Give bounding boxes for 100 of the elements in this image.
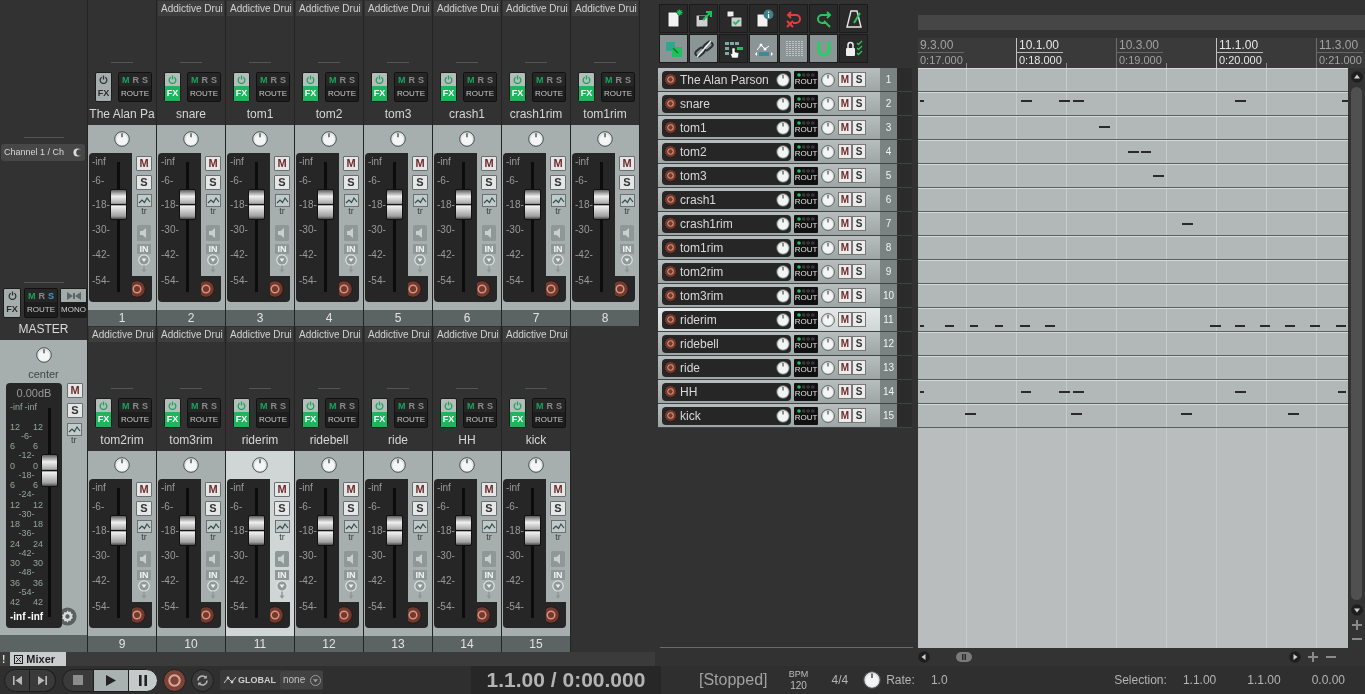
pan-knob[interactable] <box>821 120 835 135</box>
pan-knob[interactable] <box>821 408 835 423</box>
pan-knob[interactable] <box>821 144 835 159</box>
midi-item[interactable] <box>918 164 1348 188</box>
rate-value[interactable]: 1.0 <box>930 673 948 687</box>
pan-knob[interactable] <box>252 131 268 147</box>
mute-button[interactable]: M <box>343 156 359 171</box>
pan-knob[interactable] <box>114 457 130 473</box>
pan-knob[interactable] <box>821 96 835 111</box>
fader-handle[interactable] <box>179 189 196 220</box>
io-button[interactable]: ROUT <box>794 334 818 353</box>
route-button[interactable]: M R S ROUTE <box>118 398 152 428</box>
io-button[interactable]: ROUT <box>794 190 818 209</box>
skip-forward-button[interactable] <box>30 668 56 692</box>
mute-button[interactable]: M <box>136 482 152 497</box>
track-name-field[interactable]: snare <box>662 94 791 113</box>
selection-value[interactable]: 1.1.00 <box>1247 673 1281 687</box>
io-button[interactable]: ROUT <box>794 118 818 137</box>
mute-button[interactable]: M <box>550 482 566 497</box>
pan-knob[interactable] <box>821 72 835 87</box>
route-button[interactable]: M R S ROUTE <box>325 398 359 428</box>
channel-strip-panel[interactable]: -inf -6- -18- -30- -42- -54- M S tr IN <box>295 451 363 636</box>
record-arm-button[interactable] <box>664 385 677 398</box>
volume-knob[interactable] <box>776 288 790 303</box>
solo-button[interactable]: S <box>852 312 866 327</box>
io-button[interactable]: ROUT <box>794 94 818 113</box>
route-button[interactable]: M R S ROUTE <box>601 72 635 102</box>
solo-button[interactable]: S <box>343 501 359 516</box>
skip-back-button[interactable] <box>4 668 30 692</box>
toolbar-button[interactable] <box>659 34 688 63</box>
mute-button[interactable]: M <box>838 264 852 279</box>
pan-knob[interactable] <box>390 131 406 147</box>
route-button[interactable]: M R S ROUTE <box>187 72 221 102</box>
envelope-icon[interactable] <box>481 520 497 533</box>
mute-button[interactable]: M <box>136 156 152 171</box>
track-name-field[interactable]: HH <box>662 382 791 401</box>
pan-knob[interactable] <box>183 131 199 147</box>
track-header[interactable]: tom1rim ROUT M S 8 <box>658 236 912 260</box>
mute-button[interactable]: M <box>838 240 852 255</box>
solo-button[interactable]: S <box>852 408 866 423</box>
record-arm-button[interactable] <box>664 121 677 134</box>
track-name-field[interactable]: riderim <box>662 310 791 329</box>
track-header[interactable]: tom2 ROUT M S 4 <box>658 140 912 164</box>
track-name-field[interactable]: tom3 <box>662 166 791 185</box>
global-automation-button[interactable]: GLOBAL <box>223 675 276 685</box>
mono-button[interactable]: MONO <box>60 288 87 318</box>
tempo-value[interactable]: 120 <box>790 679 807 692</box>
track-header[interactable]: ride ROUT M S 13 <box>658 356 912 380</box>
pan-knob[interactable] <box>821 360 835 375</box>
fader-handle[interactable] <box>386 189 403 220</box>
envelope-icon[interactable] <box>343 194 359 207</box>
envelope-icon[interactable] <box>550 194 566 207</box>
fx-slot[interactable]: Addictive Drui <box>227 327 293 342</box>
track-name-field[interactable]: tom1 <box>662 118 791 137</box>
route-button[interactable]: M R S ROUTE <box>394 72 428 102</box>
toolbar-button[interactable] <box>839 4 868 33</box>
track-name-field[interactable]: tom2rim <box>662 262 791 281</box>
fx-slot[interactable]: Addictive Drui <box>434 1 500 16</box>
channel-strip-panel[interactable]: -inf -6- -18- -30- -42- -54- M S tr IN <box>157 125 225 310</box>
fader-handle[interactable] <box>41 454 58 487</box>
envelope-icon[interactable] <box>136 520 152 533</box>
mute-button[interactable]: M <box>619 156 635 171</box>
mute-button[interactable]: M <box>205 482 221 497</box>
pause-button[interactable] <box>128 668 158 692</box>
io-button[interactable]: ROUT <box>794 406 818 425</box>
channel-strip-panel[interactable]: -inf -6- -18- -30- -42- -54- M S tr IN <box>88 125 156 310</box>
pan-knob[interactable] <box>35 347 52 363</box>
track-name-field[interactable]: tom3rim <box>662 286 791 305</box>
track-header[interactable]: tom3rim ROUT M S 10 <box>658 284 912 308</box>
scroll-left-icon[interactable] <box>918 651 930 663</box>
toolbar-button[interactable] <box>779 34 808 63</box>
solo-button[interactable]: S <box>852 384 866 399</box>
mute-button[interactable]: M <box>838 120 852 135</box>
mixer-tab[interactable]: Mixer <box>10 652 67 666</box>
route-button[interactable]: M R S ROUTE <box>256 72 290 102</box>
fx-slot[interactable]: Addictive Drui <box>89 327 155 342</box>
fx-slot[interactable]: Addictive Drui <box>503 1 569 16</box>
record-arm-button[interactable] <box>664 73 677 86</box>
fader-handle[interactable] <box>455 189 472 220</box>
pan-knob[interactable] <box>459 131 475 147</box>
channel-strip-panel[interactable]: -inf -6- -18- -30- -42- -54- M S tr IN <box>88 451 156 636</box>
route-button[interactable]: M R S ROUTE <box>532 398 566 428</box>
toolbar-button[interactable] <box>839 34 868 63</box>
pan-knob[interactable] <box>821 312 835 327</box>
solo-button[interactable]: S <box>343 175 359 190</box>
track-name-field[interactable]: ride <box>662 358 791 377</box>
mute-button[interactable]: M <box>838 192 852 207</box>
solo-button[interactable]: S <box>481 501 497 516</box>
fx-slot[interactable]: Addictive Drui <box>158 1 224 16</box>
mute-button[interactable]: M <box>838 384 852 399</box>
volume-knob[interactable] <box>776 192 790 207</box>
fx-slot[interactable]: Addictive Drui <box>296 1 362 16</box>
solo-button[interactable]: S <box>136 175 152 190</box>
track-header[interactable]: ridebell ROUT M S 12 <box>658 332 912 356</box>
fx-slot[interactable]: Addictive Drui <box>296 327 362 342</box>
mute-button[interactable]: M <box>838 288 852 303</box>
mute-button[interactable]: M <box>274 156 290 171</box>
mute-button[interactable]: M <box>838 336 852 351</box>
mute-button[interactable]: M <box>838 96 852 111</box>
toolbar-button[interactable] <box>659 4 688 33</box>
